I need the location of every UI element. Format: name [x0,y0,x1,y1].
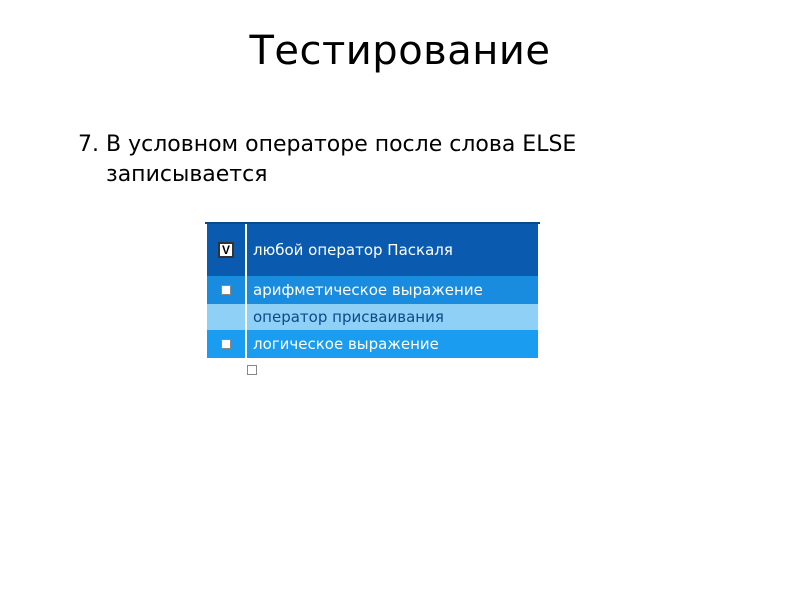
checkbox-icon[interactable] [221,339,231,349]
question-line1: В условном операторе после слова ELSE [106,132,576,157]
answer-label-1: любой оператор Паскаля [247,224,538,276]
checkbox-icon[interactable]: V [218,242,234,258]
answer-label-4: логическое выражение [247,330,538,358]
question-text: 7. В условном операторе после слова ELSE… [78,130,698,189]
slide: Тестирование 7. В условном операторе пос… [0,0,800,600]
answer-table: V любой оператор Паскаля арифметическое … [205,222,540,358]
checkbox-icon[interactable] [221,285,231,295]
question-number: 7. [78,132,99,157]
answer-label-3: оператор присваивания [247,304,538,330]
answer-row-1[interactable]: V любой оператор Паскаля [205,224,540,276]
stray-checkbox-icon [247,365,257,375]
answer-checkbox-cell: V [207,224,245,276]
answer-row-3[interactable]: оператор присваивания [205,304,540,330]
answer-checkbox-cell [207,304,245,330]
answer-checkbox-cell [207,330,245,358]
answer-checkbox-cell [207,276,245,304]
answer-row-2[interactable]: арифметическое выражение [205,276,540,304]
answer-row-4[interactable]: логическое выражение [205,330,540,358]
question-line2: записывается [78,160,698,190]
page-title: Тестирование [0,0,800,74]
answer-label-2: арифметическое выражение [247,276,538,304]
check-mark: V [222,244,230,256]
